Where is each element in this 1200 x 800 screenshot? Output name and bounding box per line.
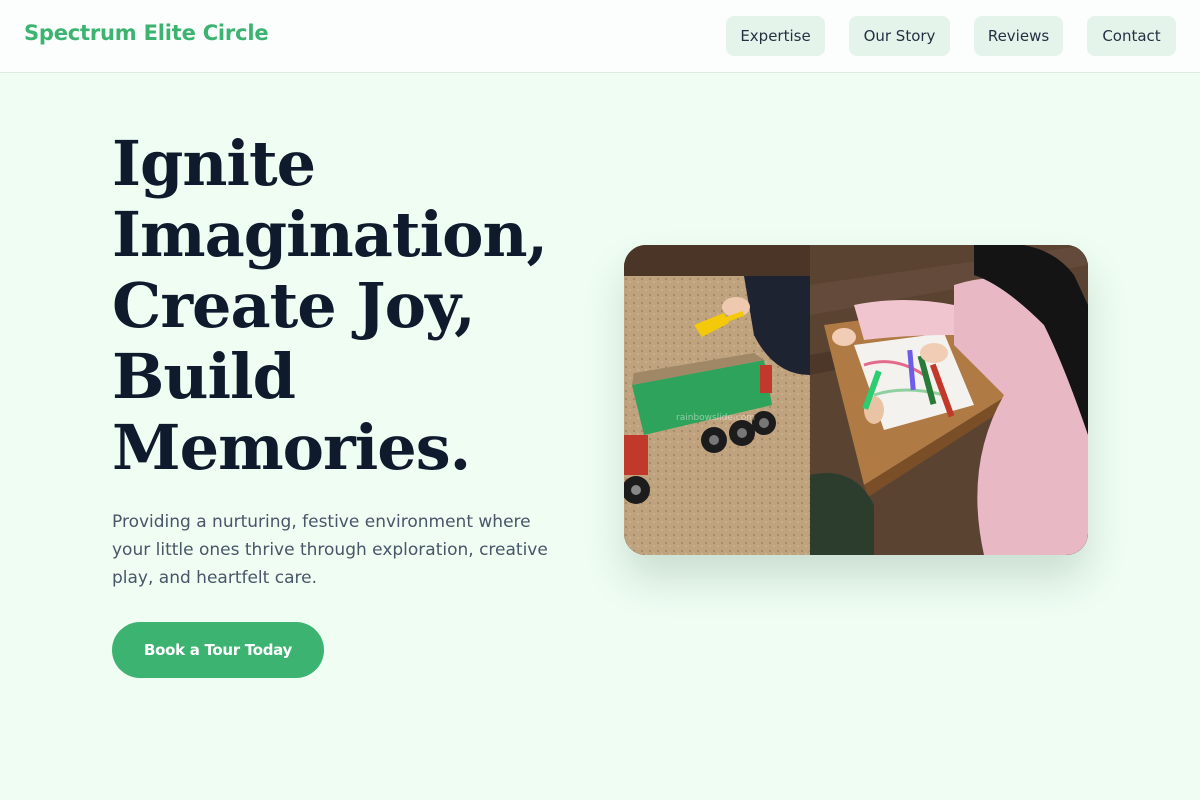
headline-line: Memories. <box>112 411 471 484</box>
headline-line: Build <box>112 340 296 413</box>
hero-headline: Ignite Imagination, Create Joy, Build Me… <box>112 128 582 483</box>
headline-line: Create Joy, <box>112 269 476 342</box>
hero-subtext: Providing a nurturing, festive environme… <box>112 512 548 588</box>
nav-item-contact[interactable]: Contact <box>1087 16 1176 56</box>
hero-photo: rainbowslide.com <box>624 245 1088 555</box>
brand-logo[interactable]: Spectrum Elite Circle <box>24 21 269 45</box>
nav-item-our-story[interactable]: Our Story <box>849 16 950 56</box>
watermark-text: rainbowslide.com <box>676 413 755 423</box>
nav-item-reviews[interactable]: Reviews <box>974 16 1063 56</box>
nav-item-expertise[interactable]: Expertise <box>726 16 825 56</box>
site-header: Spectrum Elite Circle Expertise Our Stor… <box>0 0 1200 73</box>
book-tour-button[interactable]: Book a Tour Today <box>112 622 324 678</box>
hero-photo-illustration: rainbowslide.com <box>624 245 1088 555</box>
headline-line: Imagination, <box>112 198 548 271</box>
headline-line: Ignite <box>112 127 316 200</box>
